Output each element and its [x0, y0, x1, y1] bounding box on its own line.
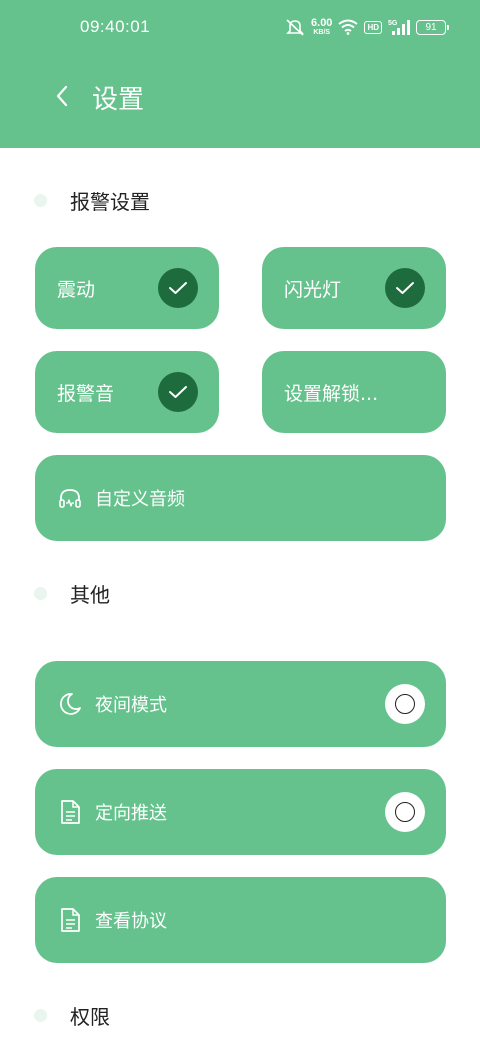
document-icon: [57, 907, 83, 933]
battery-indicator: 91: [416, 19, 449, 35]
toggle-alarm-sound[interactable]: 报警音: [35, 351, 219, 433]
section-label: 其他: [70, 583, 110, 607]
radio-inner: [395, 802, 415, 822]
section-dot: [34, 1009, 47, 1022]
section-other: 其他: [34, 579, 110, 608]
unlock-setting-label: 设置解锁...: [284, 382, 379, 405]
back-button[interactable]: [44, 78, 80, 114]
status-time: 09:40:01: [80, 17, 151, 36]
section-label: 报警设置: [70, 190, 150, 214]
flashlight-label: 闪光灯: [284, 278, 342, 301]
toggle-directional-push[interactable]: 定向推送: [35, 769, 446, 855]
section-permissions: 权限: [34, 1001, 110, 1030]
radio-inner: [395, 694, 415, 714]
status-icons: 6.00 KB/S HD 5G 91: [285, 16, 449, 38]
toggle-night-mode[interactable]: 夜间模式: [35, 661, 446, 747]
network-speed: 6.00 KB/S: [311, 17, 333, 37]
view-agreement-label: 查看协议: [95, 911, 167, 932]
status-bar: 09:40:01 6.00 KB/S HD 5G 91: [0, 0, 480, 56]
check-icon: [158, 268, 198, 308]
battery-level: 91: [425, 21, 437, 33]
chevron-left-icon: [56, 85, 68, 107]
radio-button[interactable]: [385, 792, 425, 832]
unlock-setting-button[interactable]: 设置解锁...: [262, 351, 446, 433]
signal-icon: 5G: [388, 18, 410, 36]
vibrate-label: 震动: [57, 278, 96, 301]
radio-button[interactable]: [385, 684, 425, 724]
hd-badge: HD: [364, 20, 382, 34]
mute-icon: [285, 18, 305, 36]
section-label: 权限: [70, 1005, 110, 1029]
alarm-sound-label: 报警音: [57, 382, 115, 405]
section-dot: [34, 587, 47, 600]
signal-label: 5G: [388, 20, 398, 27]
section-alarm-settings: 报警设置: [34, 186, 150, 215]
net-speed-unit: KB/S: [313, 29, 331, 36]
wifi-icon: [338, 19, 359, 35]
view-agreement-button[interactable]: 查看协议: [35, 877, 446, 963]
custom-audio-label: 自定义音频: [95, 489, 185, 510]
toggle-vibrate[interactable]: 震动: [35, 247, 219, 329]
moon-icon: [57, 691, 83, 717]
document-icon: [57, 799, 83, 825]
headphones-icon: [57, 485, 83, 511]
page-title: 设置: [92, 85, 145, 115]
check-icon: [385, 268, 425, 308]
section-dot: [34, 194, 47, 207]
net-speed-value: 6.00: [311, 17, 333, 29]
directional-push-label: 定向推送: [95, 803, 167, 824]
app-header: 09:40:01 6.00 KB/S HD 5G 91 设置: [0, 0, 480, 148]
custom-audio-button[interactable]: 自定义音频: [35, 455, 446, 541]
night-mode-label: 夜间模式: [95, 695, 167, 716]
check-icon: [158, 372, 198, 412]
toggle-flashlight[interactable]: 闪光灯: [262, 247, 446, 329]
